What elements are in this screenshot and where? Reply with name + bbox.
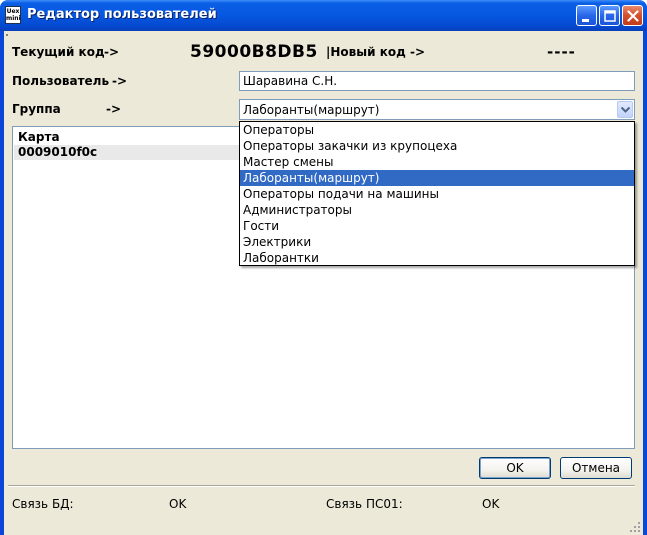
group-arrow: -> — [106, 102, 122, 116]
current-code-arrow: -> — [104, 45, 120, 59]
dropdown-option[interactable]: Лаборантки — [240, 250, 634, 266]
app-window: Uex mini Редактор пользователей Текущий к… — [0, 0, 647, 535]
dropdown-option[interactable]: Гости — [240, 218, 634, 234]
group-select-value: Лаборанты(маршрут) — [243, 103, 380, 117]
window-title: Редактор пользователей — [27, 7, 217, 22]
pc-status-value: OK — [482, 497, 500, 511]
new-code-value: ---- — [547, 43, 576, 61]
user-input-value: Шаравина С.Н. — [243, 74, 338, 88]
dropdown-option[interactable]: Мастер смены — [240, 154, 634, 170]
card-id: 0009010f0c — [18, 145, 98, 159]
close-icon — [627, 10, 639, 22]
pc-status-label: Связь ПС01: — [326, 497, 403, 511]
cancel-button[interactable]: Отмена — [560, 457, 632, 479]
minimize-icon — [582, 19, 589, 22]
status-divider — [8, 485, 635, 487]
close-button[interactable] — [622, 5, 643, 26]
new-code-arrow: -> — [410, 45, 426, 59]
db-status-value: OK — [169, 497, 187, 511]
group-dropdown-list[interactable]: Операторы Операторы закачки из крупоцеха… — [239, 121, 635, 266]
dropdown-option[interactable]: Операторы закачки из крупоцеха — [240, 138, 634, 154]
chevron-down-icon — [621, 107, 630, 113]
user-arrow: -> — [112, 74, 128, 88]
resize-grip-icon[interactable] — [629, 521, 641, 533]
dropdown-option-selected[interactable]: Лаборанты(маршрут) — [240, 170, 634, 186]
user-label: Пользователь — [12, 74, 110, 88]
title-bar[interactable]: Uex mini Редактор пользователей — [0, 0, 647, 31]
user-input[interactable]: Шаравина С.Н. — [239, 71, 635, 91]
group-dropdown-button[interactable] — [617, 101, 633, 118]
dropdown-option[interactable]: Операторы подачи на машины — [240, 186, 634, 202]
group-label: Группа — [12, 102, 61, 116]
dialog-body: Текущий код -> 59000B8DB5 |Новый код -> … — [4, 31, 643, 535]
app-icon[interactable]: Uex mini — [5, 6, 21, 24]
current-code-label: Текущий код — [12, 45, 105, 59]
maximize-icon — [604, 10, 616, 22]
cards-list-header: Карта — [18, 130, 60, 144]
dropdown-option[interactable]: Администраторы — [240, 202, 634, 218]
group-select[interactable]: Лаборанты(маршрут) — [239, 99, 635, 120]
dropdown-option[interactable]: Электрики — [240, 234, 634, 250]
current-code-value: 59000B8DB5 — [190, 42, 318, 62]
minimize-button[interactable] — [576, 5, 597, 26]
new-code-label: |Новый код — [326, 45, 406, 59]
ok-button[interactable]: OK — [479, 457, 551, 479]
menu-marker — [6, 34, 8, 36]
maximize-button[interactable] — [599, 5, 620, 26]
db-status-label: Связь БД: — [12, 497, 74, 511]
dropdown-option[interactable]: Операторы — [240, 122, 634, 138]
